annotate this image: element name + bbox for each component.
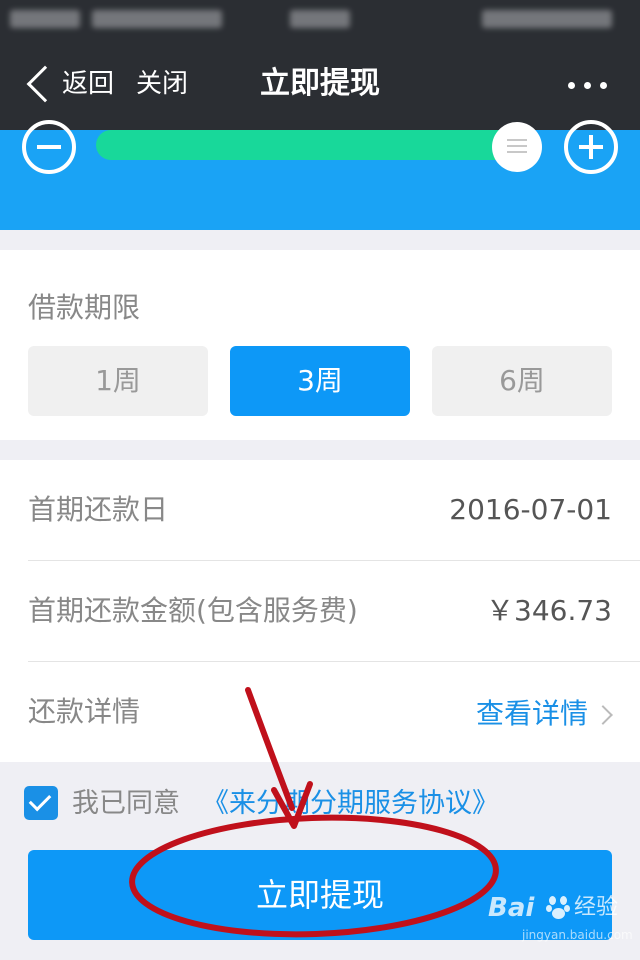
agreement-text: 我已同意 bbox=[72, 788, 180, 819]
first-repayment-amount-value: ￥346.73 bbox=[486, 594, 612, 627]
first-repayment-amount-label: 首期还款金额(包含服务费) bbox=[28, 594, 358, 627]
watermark-url: jingyan.baidu.com bbox=[522, 928, 633, 942]
agreement-link[interactable]: 《来分期分期服务协议》 bbox=[202, 786, 499, 822]
status-blur-time bbox=[290, 10, 350, 28]
first-repayment-date-label: 首期还款日 bbox=[28, 493, 169, 526]
slider-handle-icon[interactable] bbox=[492, 122, 542, 172]
repayment-details-label: 还款详情 bbox=[28, 695, 141, 728]
view-details-link[interactable]: 查看详情 bbox=[476, 694, 588, 734]
term-option-1-week[interactable]: 1周 bbox=[28, 346, 208, 416]
baidu-paw-icon bbox=[546, 894, 572, 920]
term-option-3-week[interactable]: 3周 bbox=[230, 346, 410, 416]
repayment-info-card: 首期还款日 2016-07-01 首期还款金额(包含服务费) ￥346.73 还… bbox=[0, 460, 640, 762]
term-option-6-week[interactable]: 6周 bbox=[432, 346, 612, 416]
first-repayment-date-value: 2016-07-01 bbox=[449, 493, 612, 526]
first-repayment-amount-row: 首期还款金额(包含服务费) ￥346.73 bbox=[28, 561, 640, 661]
status-blur-carrier bbox=[10, 10, 80, 28]
watermark-name: 经验 bbox=[574, 895, 619, 920]
repayment-details-row[interactable]: 还款详情 查看详情 bbox=[28, 662, 640, 762]
loan-term-card: 借款期限 1周 3周 6周 bbox=[0, 250, 640, 440]
first-repayment-date-row: 首期还款日 2016-07-01 bbox=[28, 460, 640, 560]
chevron-right-icon bbox=[593, 705, 613, 725]
plus-circle-icon[interactable] bbox=[564, 120, 618, 174]
status-blur-battery bbox=[482, 10, 612, 28]
more-icon[interactable] bbox=[568, 82, 608, 90]
baidu-watermark: Bai 经验 jingyan.baidu.com bbox=[488, 890, 633, 946]
status-bar bbox=[0, 0, 640, 40]
checkbox-checked-icon[interactable] bbox=[24, 786, 58, 820]
amount-slider-track[interactable] bbox=[96, 130, 526, 160]
minus-circle-icon[interactable] bbox=[22, 120, 76, 174]
loan-term-label: 借款期限 bbox=[28, 291, 141, 324]
page-title-text: 立即提现 bbox=[260, 66, 380, 101]
page-title: 立即提现 bbox=[0, 64, 640, 104]
nav-bar: 返回 关闭 立即提现 bbox=[0, 40, 640, 130]
status-blur-network bbox=[92, 10, 222, 28]
watermark-logo: Bai bbox=[488, 893, 535, 923]
